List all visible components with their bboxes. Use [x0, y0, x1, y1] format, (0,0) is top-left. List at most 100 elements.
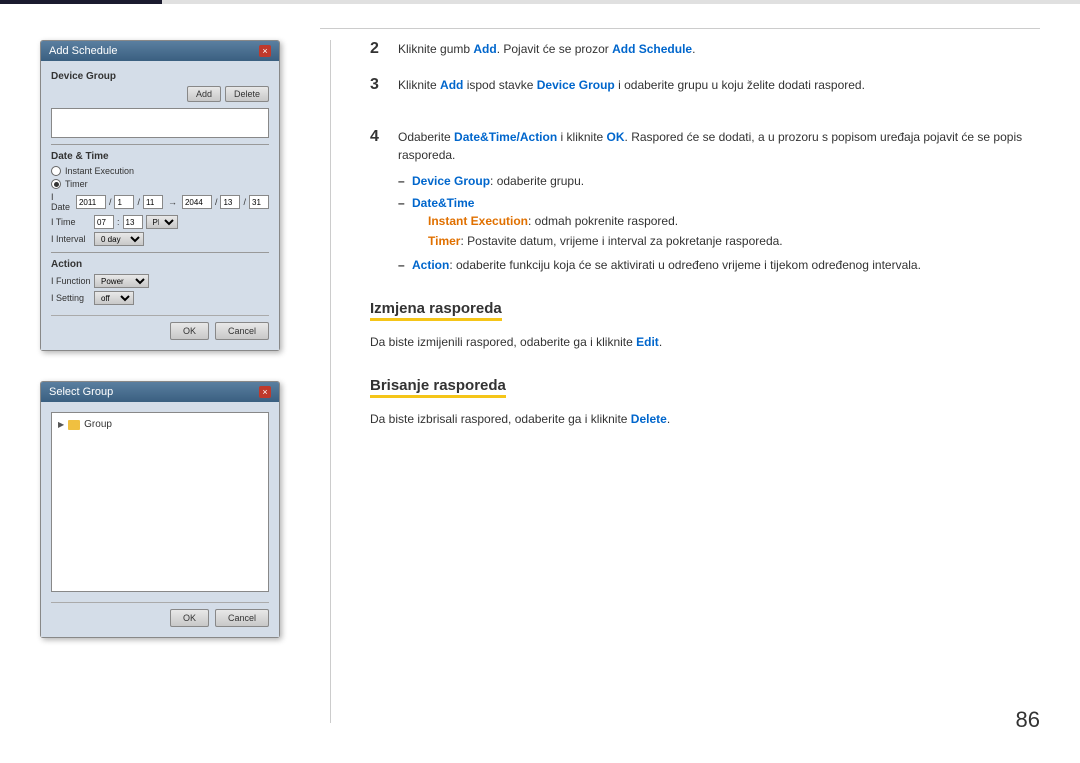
page-number: 86: [1016, 707, 1040, 733]
brisanje-text: Da biste izbrisali raspored, odaberite g…: [370, 410, 1040, 428]
function-label: I Function: [51, 276, 91, 286]
time-row: I Time : PM AM: [51, 215, 269, 229]
timer-row: Timer: [51, 179, 269, 189]
interval-label: I Interval: [51, 234, 91, 244]
instant-label: Instant Execution: [428, 214, 528, 228]
bullet1-dash: –: [398, 172, 406, 190]
bullet3-dash: –: [398, 256, 406, 274]
date-from-month[interactable]: [114, 195, 134, 209]
select-group-footer: OK Cancel: [51, 602, 269, 627]
step2-add: Add: [473, 42, 496, 56]
step2-add-schedule: Add Schedule: [612, 42, 692, 56]
step2-block: 2 Kliknite gumb Add. Pojavit će se prozo…: [370, 40, 1040, 58]
bullet3-content: Action: odaberite funkciju koja će se ak…: [412, 256, 921, 274]
date-row: I Date / / → / /: [51, 192, 269, 212]
time-ampm[interactable]: PM AM: [146, 215, 178, 229]
step2-text: Kliknite gumb Add. Pojavit će se prozor …: [398, 40, 695, 58]
left-column: Add Schedule × Device Group Add Delete D…: [40, 40, 320, 668]
step3-device-group: Device Group: [537, 78, 615, 92]
date-to-day[interactable]: [249, 195, 269, 209]
separator1: [51, 144, 269, 145]
instant-radio[interactable]: [51, 166, 61, 176]
setting-row: I Setting off on: [51, 291, 269, 305]
device-group-listbox[interactable]: [51, 108, 269, 138]
tree-root-item: ▶ Group: [58, 419, 262, 430]
action-label: Action: [51, 259, 269, 270]
date-to-month[interactable]: [220, 195, 240, 209]
izmjena-heading: Izmjena rasporeda: [370, 300, 502, 321]
sub-instant: Instant Execution: odmah pokrenite raspo…: [428, 212, 783, 230]
time-hour[interactable]: [94, 215, 114, 229]
step3-number: 3: [370, 76, 390, 94]
step3-block: 3 Kliknite Add ispod stavke Device Group…: [370, 76, 1040, 94]
bullet2-dash: –: [398, 194, 406, 212]
add-schedule-body: Device Group Add Delete Date & Time Inst…: [41, 61, 279, 350]
timer-radio[interactable]: [51, 179, 61, 189]
date-to-year[interactable]: [182, 195, 212, 209]
sg-ok-button[interactable]: OK: [170, 609, 209, 627]
brisanje-section: Brisanje rasporeda Da biste izbrisali ra…: [370, 367, 1040, 428]
folder-icon: [68, 420, 80, 430]
bullet1-content: Device Group: odaberite grupu.: [412, 172, 584, 190]
izmjena-edit: Edit: [636, 335, 659, 349]
step4-text: Odaberite Date&Time/Action i kliknite OK…: [398, 128, 1040, 164]
add-btn[interactable]: Add: [187, 86, 221, 102]
time-label: I Time: [51, 217, 91, 227]
timer-label: Timer: [65, 179, 88, 189]
cancel-button[interactable]: Cancel: [215, 322, 269, 340]
tree-arrow: ▶: [58, 420, 64, 429]
date-from-year[interactable]: [76, 195, 106, 209]
add-schedule-close[interactable]: ×: [259, 45, 271, 57]
group-tree[interactable]: ▶ Group: [51, 412, 269, 592]
setting-select[interactable]: off on: [94, 291, 134, 305]
date-from-day[interactable]: [143, 195, 163, 209]
select-group-dialog: Select Group × ▶ Group OK Cancel: [40, 381, 280, 638]
time-minute[interactable]: [123, 215, 143, 229]
step3-add: Add: [440, 78, 463, 92]
bullet-action: – Action: odaberite funkciju koja će se …: [398, 256, 1040, 274]
vertical-divider: [330, 40, 331, 723]
select-group-titlebar: Select Group ×: [41, 382, 279, 402]
delete-btn[interactable]: Delete: [225, 86, 269, 102]
brisanje-delete: Delete: [631, 412, 667, 426]
add-schedule-footer: OK Cancel: [51, 315, 269, 340]
interval-select[interactable]: 0 day 1 day 1 week: [94, 232, 144, 246]
timer-label: Timer: [428, 234, 460, 248]
add-schedule-title: Add Schedule: [49, 45, 118, 57]
step3-text: Kliknite Add ispod stavke Device Group i…: [398, 76, 865, 94]
ok-button[interactable]: OK: [170, 322, 209, 340]
select-group-close[interactable]: ×: [259, 386, 271, 398]
step4-block: 4 Odaberite Date&Time/Action i kliknite …: [370, 128, 1040, 274]
setting-label: I Setting: [51, 293, 91, 303]
select-group-title: Select Group: [49, 386, 113, 398]
sg-cancel-button[interactable]: Cancel: [215, 609, 269, 627]
bullet-list: – Device Group: odaberite grupu. – Date&…: [398, 172, 1040, 274]
sub-timer: Timer: Postavite datum, vrijeme i interv…: [428, 232, 783, 250]
instant-label: Instant Execution: [65, 166, 134, 176]
bullet-datetime: – Date&Time Instant Execution: odmah pok…: [398, 194, 1040, 252]
step4-datetime: Date&Time/Action: [454, 130, 557, 144]
instant-execution-row: Instant Execution: [51, 166, 269, 176]
top-accent-bar: [0, 0, 1080, 4]
interval-row: I Interval 0 day 1 day 1 week: [51, 232, 269, 246]
top-horizontal-line: [320, 28, 1040, 29]
add-schedule-dialog: Add Schedule × Device Group Add Delete D…: [40, 40, 280, 351]
step-spacer: [370, 112, 1040, 128]
separator2: [51, 252, 269, 253]
date-label: I Date: [51, 192, 73, 212]
brisanje-heading: Brisanje rasporeda: [370, 377, 506, 398]
date-time-label: Date & Time: [51, 151, 269, 162]
izmjena-section: Izmjena rasporeda Da biste izmijenili ra…: [370, 290, 1040, 351]
izmjena-text: Da biste izmijenili raspored, odaberite …: [370, 333, 1040, 351]
function-select[interactable]: Power Volume: [94, 274, 149, 288]
select-group-body: ▶ Group OK Cancel: [41, 402, 279, 637]
bullet-device-group: – Device Group: odaberite grupu.: [398, 172, 1040, 190]
step4-ok: OK: [607, 130, 625, 144]
bullet1-label: Device Group: [412, 174, 490, 188]
bullet3-label: Action: [412, 258, 449, 272]
add-schedule-titlebar: Add Schedule ×: [41, 41, 279, 61]
bullet2-label: Date&Time: [412, 196, 474, 210]
step4-number: 4: [370, 128, 390, 146]
add-schedule-buttons: Add Delete: [51, 86, 269, 102]
bullet2-content: Date&Time Instant Execution: odmah pokre…: [412, 194, 783, 252]
